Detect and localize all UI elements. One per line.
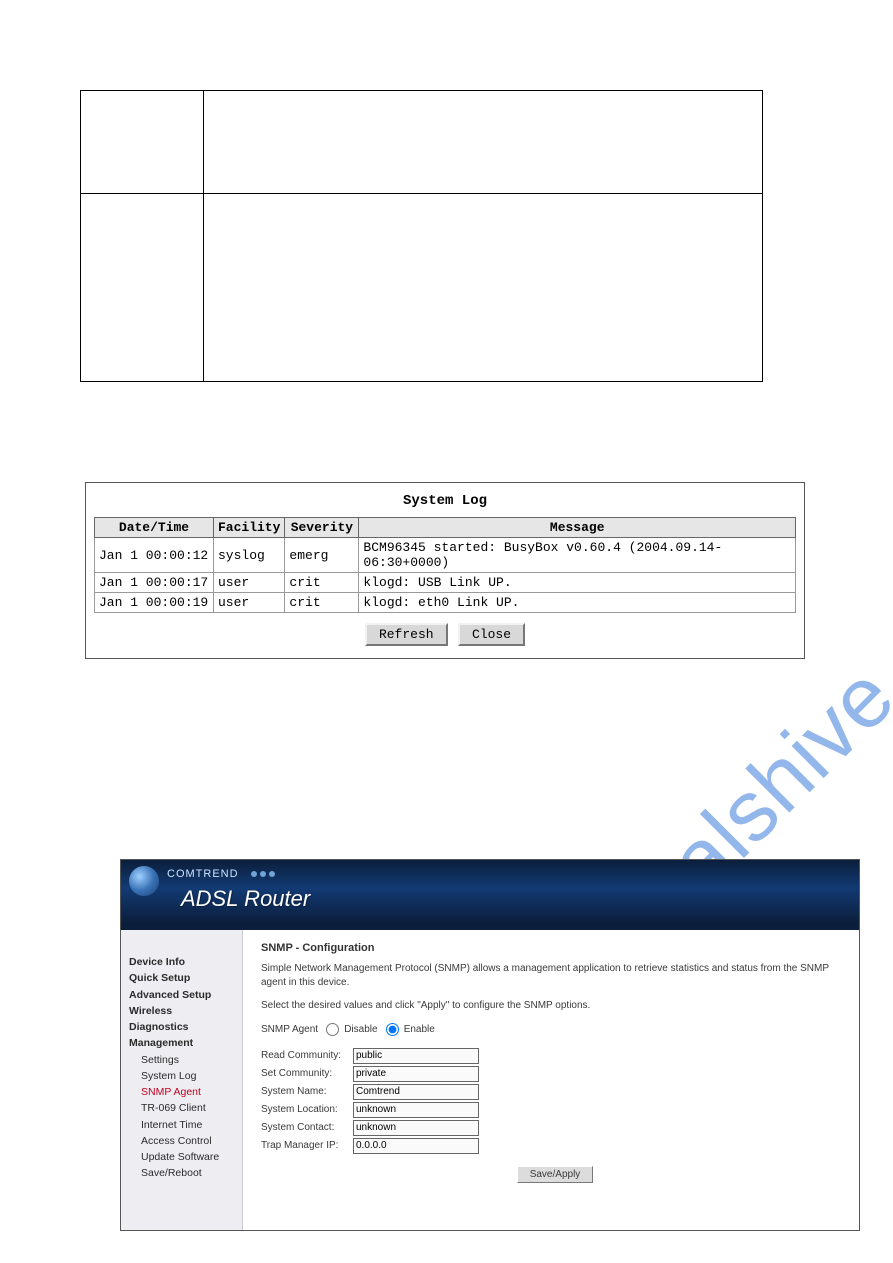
cell-message: klogd: USB Link UP. bbox=[359, 573, 796, 593]
col-severity: Severity bbox=[285, 518, 359, 538]
brand-name: COMTREND bbox=[167, 868, 239, 880]
nav-management[interactable]: Management bbox=[129, 1035, 238, 1051]
cell-facility: user bbox=[214, 573, 285, 593]
label-system-contact: System Contact: bbox=[261, 1122, 353, 1133]
content-desc-2: Select the desired values and click "App… bbox=[261, 999, 849, 1013]
table-row: Jan 1 00:00:19 user crit klogd: eth0 Lin… bbox=[95, 593, 796, 613]
sidebar-nav: Device Info Quick Setup Advanced Setup W… bbox=[121, 930, 243, 1230]
label-trap-manager-ip: Trap Manager IP: bbox=[261, 1140, 353, 1151]
cell-datetime: Jan 1 00:00:12 bbox=[95, 538, 214, 573]
label-set-community: Set Community: bbox=[261, 1068, 353, 1079]
label-system-name: System Name: bbox=[261, 1086, 353, 1097]
table-row: Jan 1 00:00:12 syslog emerg BCM96345 sta… bbox=[95, 538, 796, 573]
nav-advanced-setup[interactable]: Advanced Setup bbox=[129, 987, 238, 1003]
radio-disable-wrap[interactable]: Disable bbox=[326, 1024, 380, 1035]
router-admin-panel: COMTREND ADSL Router Device Info Quick S… bbox=[120, 859, 860, 1231]
product-title: ADSL Router bbox=[181, 886, 310, 912]
col-datetime: Date/Time bbox=[95, 518, 214, 538]
content-desc-1: Simple Network Management Protocol (SNMP… bbox=[261, 962, 849, 989]
nav-tr069-client[interactable]: TR-069 Client bbox=[129, 1100, 238, 1116]
radio-enable[interactable] bbox=[386, 1023, 399, 1036]
radio-enable-label: Enable bbox=[404, 1024, 435, 1035]
cell-datetime: Jan 1 00:00:19 bbox=[95, 593, 214, 613]
system-log-table: Date/Time Facility Severity Message Jan … bbox=[94, 517, 796, 613]
system-log-panel: System Log Date/Time Facility Severity M… bbox=[85, 482, 805, 659]
top-empty-table-wrap bbox=[80, 90, 893, 382]
snmp-agent-label: SNMP Agent bbox=[261, 1024, 318, 1035]
close-button[interactable]: Close bbox=[458, 623, 525, 646]
top-table-r2c1 bbox=[81, 194, 204, 382]
col-facility: Facility bbox=[214, 518, 285, 538]
brand-logo-icon bbox=[129, 866, 159, 896]
table-row: Jan 1 00:00:17 user crit klogd: USB Link… bbox=[95, 573, 796, 593]
cell-severity: crit bbox=[285, 593, 359, 613]
nav-wireless[interactable]: Wireless bbox=[129, 1003, 238, 1019]
router-header: COMTREND ADSL Router bbox=[121, 860, 859, 930]
system-log-title: System Log bbox=[94, 493, 796, 509]
cell-severity: crit bbox=[285, 573, 359, 593]
save-apply-button[interactable]: Save/Apply bbox=[517, 1166, 594, 1183]
input-read-community[interactable] bbox=[353, 1048, 479, 1064]
col-message: Message bbox=[359, 518, 796, 538]
top-empty-table bbox=[80, 90, 763, 382]
radio-disable[interactable] bbox=[326, 1023, 339, 1036]
radio-disable-label: Disable bbox=[344, 1024, 377, 1035]
nav-settings[interactable]: Settings bbox=[129, 1052, 238, 1068]
nav-quick-setup[interactable]: Quick Setup bbox=[129, 970, 238, 986]
content-title: SNMP - Configuration bbox=[261, 942, 849, 954]
nav-system-log[interactable]: System Log bbox=[129, 1068, 238, 1084]
nav-diagnostics[interactable]: Diagnostics bbox=[129, 1019, 238, 1035]
nav-internet-time[interactable]: Internet Time bbox=[129, 1117, 238, 1133]
nav-access-control[interactable]: Access Control bbox=[129, 1133, 238, 1149]
cell-message: klogd: eth0 Link UP. bbox=[359, 593, 796, 613]
cell-datetime: Jan 1 00:00:17 bbox=[95, 573, 214, 593]
input-system-name[interactable] bbox=[353, 1084, 479, 1100]
top-table-r2c2 bbox=[204, 194, 763, 382]
label-read-community: Read Community: bbox=[261, 1050, 353, 1061]
label-system-location: System Location: bbox=[261, 1104, 353, 1115]
input-trap-manager-ip[interactable] bbox=[353, 1138, 479, 1154]
top-table-r1c1 bbox=[81, 91, 204, 194]
cell-message: BCM96345 started: BusyBox v0.60.4 (2004.… bbox=[359, 538, 796, 573]
nav-save-reboot[interactable]: Save/Reboot bbox=[129, 1165, 238, 1181]
system-log-buttons: Refresh Close bbox=[94, 623, 796, 646]
cell-facility: user bbox=[214, 593, 285, 613]
input-system-contact[interactable] bbox=[353, 1120, 479, 1136]
snmp-agent-row: SNMP Agent Disable Enable bbox=[261, 1023, 849, 1036]
radio-enable-wrap[interactable]: Enable bbox=[386, 1024, 435, 1035]
nav-update-software[interactable]: Update Software bbox=[129, 1149, 238, 1165]
router-content: SNMP - Configuration Simple Network Mana… bbox=[243, 930, 859, 1230]
input-set-community[interactable] bbox=[353, 1066, 479, 1082]
input-system-location[interactable] bbox=[353, 1102, 479, 1118]
cell-severity: emerg bbox=[285, 538, 359, 573]
nav-device-info[interactable]: Device Info bbox=[129, 954, 238, 970]
cell-facility: syslog bbox=[214, 538, 285, 573]
nav-snmp-agent[interactable]: SNMP Agent bbox=[129, 1084, 238, 1100]
top-table-r1c2 bbox=[204, 91, 763, 194]
brand-dots-icon bbox=[251, 871, 275, 877]
refresh-button[interactable]: Refresh bbox=[365, 623, 448, 646]
